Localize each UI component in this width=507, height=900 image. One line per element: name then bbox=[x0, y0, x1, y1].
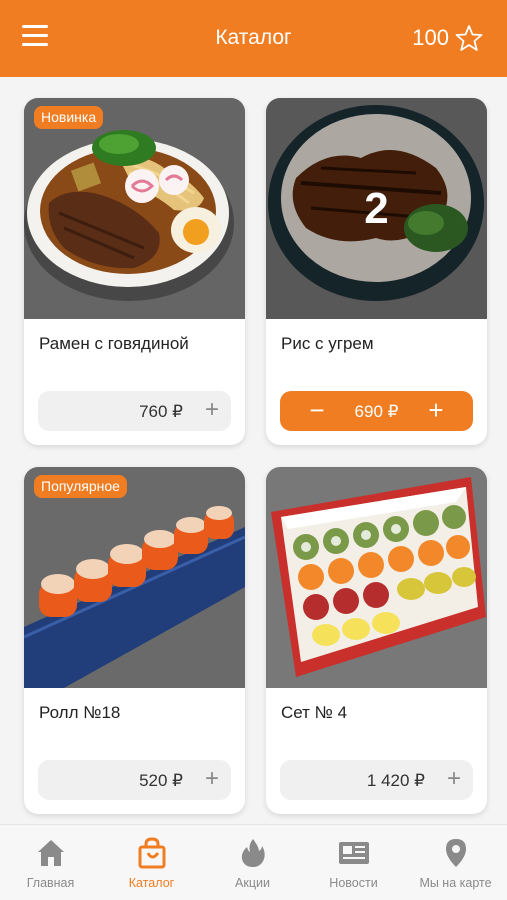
increase-quantity-button[interactable]: + bbox=[421, 396, 451, 424]
tab-news[interactable]: Новости bbox=[303, 825, 404, 900]
product-card[interactable]: Популярное Ролл №18 520 ₽ + bbox=[24, 467, 245, 814]
newspaper-icon bbox=[339, 842, 369, 864]
product-name: Ролл №18 bbox=[39, 703, 121, 722]
map-pin-icon bbox=[446, 839, 466, 867]
product-price: 760 ₽ bbox=[139, 402, 183, 421]
add-to-cart-button[interactable]: 760 ₽ + bbox=[38, 391, 231, 431]
product-card[interactable]: Сет № 4 1 420 ₽ + bbox=[266, 467, 487, 814]
bottom-tab-bar: Главная Каталог Акции Новости Мы на карт… bbox=[0, 824, 507, 900]
add-to-cart-button[interactable]: 520 ₽ + bbox=[38, 760, 231, 800]
points-value: 100 bbox=[412, 25, 449, 50]
tab-map[interactable]: Мы на карте bbox=[405, 825, 506, 900]
roll-image bbox=[24, 467, 245, 688]
ramen-image bbox=[24, 98, 245, 319]
cart-quantity-overlay: 2 bbox=[266, 98, 487, 319]
plus-icon: + bbox=[204, 765, 219, 792]
product-price: 520 ₽ bbox=[139, 771, 183, 790]
sushi-set-image bbox=[266, 467, 487, 688]
product-card[interactable]: Новинка Рамен с говядиной 760 ₽ + bbox=[24, 98, 245, 445]
tab-label: Акции bbox=[235, 876, 270, 890]
app-header: Каталог 100 bbox=[0, 0, 507, 77]
tab-label: Новости bbox=[329, 876, 378, 890]
plus-icon: + bbox=[204, 396, 219, 423]
product-name: Рис с угрем bbox=[281, 334, 374, 353]
star-icon bbox=[455, 25, 483, 51]
tab-label: Главная bbox=[26, 876, 75, 890]
new-badge: Новинка bbox=[34, 106, 104, 129]
shopping-bag-icon bbox=[138, 837, 166, 869]
tab-catalog[interactable]: Каталог bbox=[101, 825, 202, 900]
tab-label: Мы на карте bbox=[419, 876, 492, 890]
plus-icon: + bbox=[446, 765, 461, 792]
product-name: Сет № 4 bbox=[281, 703, 348, 722]
tab-home[interactable]: Главная bbox=[0, 825, 101, 900]
product-name: Рамен с говядиной bbox=[39, 334, 189, 353]
product-price: 1 420 ₽ bbox=[366, 771, 425, 790]
popular-badge: Популярное bbox=[34, 475, 127, 498]
quantity-stepper[interactable]: − 690 ₽ + bbox=[280, 391, 473, 431]
tab-promotions[interactable]: Акции bbox=[202, 825, 303, 900]
flame-icon bbox=[241, 839, 265, 867]
bonus-points[interactable]: 100 bbox=[412, 24, 483, 52]
tab-label: Каталог bbox=[128, 876, 175, 890]
product-card[interactable]: 2 Рис с угрем − 690 ₽ + bbox=[266, 98, 487, 445]
home-icon bbox=[38, 840, 64, 866]
add-to-cart-button[interactable]: 1 420 ₽ + bbox=[280, 760, 473, 800]
